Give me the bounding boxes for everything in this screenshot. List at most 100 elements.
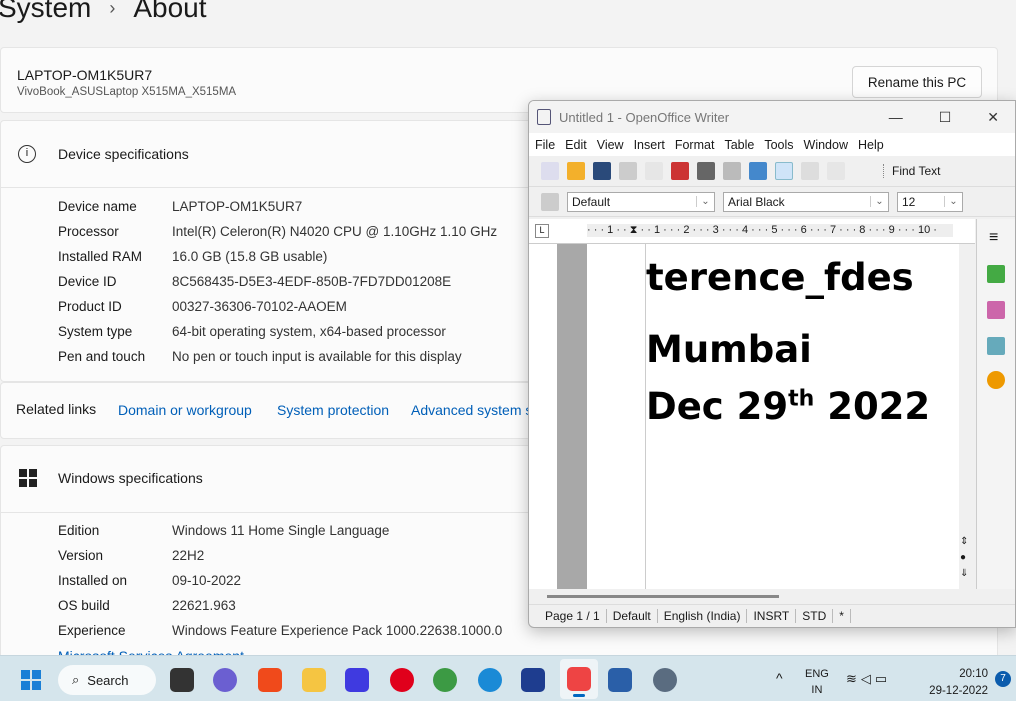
navigator-icon[interactable]	[987, 337, 1005, 355]
breadcrumb: System › About	[0, 0, 207, 24]
chevron-up-icon[interactable]: ^	[776, 670, 783, 686]
status-item: INSRT	[747, 609, 797, 623]
autospell-icon[interactable]	[775, 162, 793, 180]
spec-row: Edition Windows 11 Home Single Language	[58, 523, 390, 538]
tab-stop-icon[interactable]: L	[535, 224, 549, 238]
maximize-icon[interactable]: ☐	[939, 109, 952, 126]
language-indicator[interactable]: ENG IN	[805, 666, 829, 698]
functions-icon[interactable]	[987, 371, 1005, 389]
file-explorer-icon[interactable]	[302, 668, 326, 692]
font-select[interactable]: Arial Black ⌄	[723, 191, 889, 212]
system-tray-icons[interactable]: ≋◁▭	[846, 671, 891, 687]
device-model: VivoBook_ASUSLaptop X515MA_X515MA	[17, 86, 237, 98]
device-specs-title: Device specifications	[58, 146, 189, 162]
windows-specs-title: Windows specifications	[58, 470, 203, 486]
menu-help[interactable]: Help	[858, 138, 884, 152]
status-item: Default	[607, 609, 658, 623]
search-icon: ⌕	[72, 672, 80, 687]
status-item: *	[833, 609, 851, 623]
task-view-icon[interactable]	[170, 668, 194, 692]
doc-line-city: Mumbai	[646, 328, 812, 371]
network-app-icon[interactable]	[608, 668, 632, 692]
sidebar: ≡	[976, 219, 1015, 589]
menu-file[interactable]: File	[535, 138, 555, 152]
menu-format[interactable]: Format	[675, 138, 715, 152]
start-icon[interactable]	[21, 670, 41, 690]
styles-icon[interactable]	[541, 192, 559, 211]
menu-insert[interactable]: Insert	[634, 138, 665, 152]
sketch-app-icon[interactable]	[521, 668, 545, 692]
copy-icon[interactable]	[827, 162, 845, 180]
spec-row: Installed RAM 16.0 GB (15.8 GB usable)	[58, 249, 328, 264]
menu-window[interactable]: Window	[804, 138, 848, 152]
rename-pc-button[interactable]: Rename this PC	[852, 66, 982, 98]
menu-tools[interactable]: Tools	[764, 138, 793, 152]
new-icon[interactable]	[541, 162, 559, 180]
windows-icon	[19, 469, 37, 487]
menu-table[interactable]: Table	[724, 138, 754, 152]
gallery-icon[interactable]	[987, 301, 1005, 319]
doc-line-date: Dec 29th 2022	[646, 385, 931, 428]
style-select[interactable]: Default ⌄	[567, 191, 715, 212]
pdf-icon[interactable]	[671, 162, 689, 180]
breadcrumb-parent[interactable]: System	[0, 0, 91, 24]
spec-row: Device ID 8C568435-D5E3-4EDF-850B-7FD7DD0…	[58, 274, 452, 289]
find-text-input[interactable]: Find Text	[883, 164, 940, 178]
info-icon: i	[18, 145, 36, 163]
openoffice-icon[interactable]	[478, 668, 502, 692]
ruler[interactable]: L · · · 1 · · ⧗ · · 1 · · · 2 · · · 3 · …	[529, 219, 975, 244]
spec-row: Processor Intel(R) Celeron(R) N4020 CPU @…	[58, 224, 498, 239]
spec-row: Device name LAPTOP-OM1K5UR7	[58, 199, 303, 214]
horizontal-scrollbar[interactable]	[547, 595, 779, 598]
cut-icon[interactable]	[801, 162, 819, 180]
edit-icon[interactable]	[645, 162, 663, 180]
doc-line-name: terence_fdes	[646, 256, 914, 299]
menu-edit[interactable]: Edit	[565, 138, 587, 152]
teams-icon[interactable]	[213, 668, 237, 692]
chrome-icon[interactable]	[433, 668, 457, 692]
vertical-scrollbar[interactable]: ⇕ ● ⇓	[959, 244, 976, 589]
opera-icon[interactable]	[390, 668, 414, 692]
menu-view[interactable]: View	[597, 138, 624, 152]
link-domain-workgroup[interactable]: Domain or workgroup	[118, 402, 252, 418]
properties-icon[interactable]	[987, 265, 1005, 283]
writer-doc-icon	[537, 109, 551, 125]
link-advanced-system[interactable]: Advanced system s	[411, 402, 532, 418]
spec-row: Product ID 00327-36306-70102-AAOEM	[58, 299, 347, 314]
size-select[interactable]: 12 ⌄	[897, 191, 963, 212]
spellcheck-icon[interactable]	[749, 162, 767, 180]
close-icon[interactable]: ✕	[987, 109, 999, 126]
vertical-ruler	[529, 244, 557, 589]
spec-row: Pen and touch No pen or touch input is av…	[58, 349, 462, 364]
page-title: About	[133, 0, 207, 23]
status-item: STD	[796, 609, 834, 623]
writer-task-icon[interactable]	[567, 667, 591, 691]
notification-badge[interactable]: 7	[995, 671, 1011, 687]
device-name: LAPTOP-OM1K5UR7	[17, 67, 153, 83]
preview-icon[interactable]	[723, 162, 741, 180]
email-icon[interactable]	[619, 162, 637, 180]
brave-icon[interactable]	[258, 668, 282, 692]
search-box[interactable]: ⌕ Search	[58, 665, 156, 695]
clock[interactable]: 20:10 29-12-2022	[922, 666, 988, 700]
link-system-protection[interactable]: System protection	[277, 402, 389, 418]
app-icon[interactable]	[345, 668, 369, 692]
formatting-toolbar: Default ⌄ Arial Black ⌄ 12 ⌄	[529, 187, 1015, 217]
sidebar-menu-icon[interactable]: ≡	[989, 229, 1015, 247]
standard-toolbar: Find Text	[529, 156, 1015, 187]
writer-window: Untitled 1 - OpenOffice Writer — ☐ ✕ File E…	[528, 100, 1016, 628]
minimize-icon[interactable]: —	[889, 109, 903, 126]
taskbar: ⌕ Search ^ ENG IN ≋◁▭ 20:10 29-12-2022 7	[0, 655, 1016, 701]
status-item: English (India)	[658, 609, 748, 623]
menu-bar: File Edit View Insert Format Table Tools Window…	[529, 133, 1015, 156]
settings-icon[interactable]	[653, 668, 677, 692]
save-icon[interactable]	[593, 162, 611, 180]
spec-row: Experience Windows Feature Experience Pac…	[58, 623, 503, 638]
spec-row: Installed on 09-10-2022	[58, 573, 242, 588]
title-bar: Untitled 1 - OpenOffice Writer — ☐ ✕	[529, 101, 1015, 133]
window-title: Untitled 1 - OpenOffice Writer	[559, 109, 730, 125]
status-item: Page 1 / 1	[539, 609, 607, 623]
open-icon[interactable]	[567, 162, 585, 180]
print-icon[interactable]	[697, 162, 715, 180]
page-nav-icons[interactable]: ⇕ ● ⇓	[960, 534, 968, 582]
